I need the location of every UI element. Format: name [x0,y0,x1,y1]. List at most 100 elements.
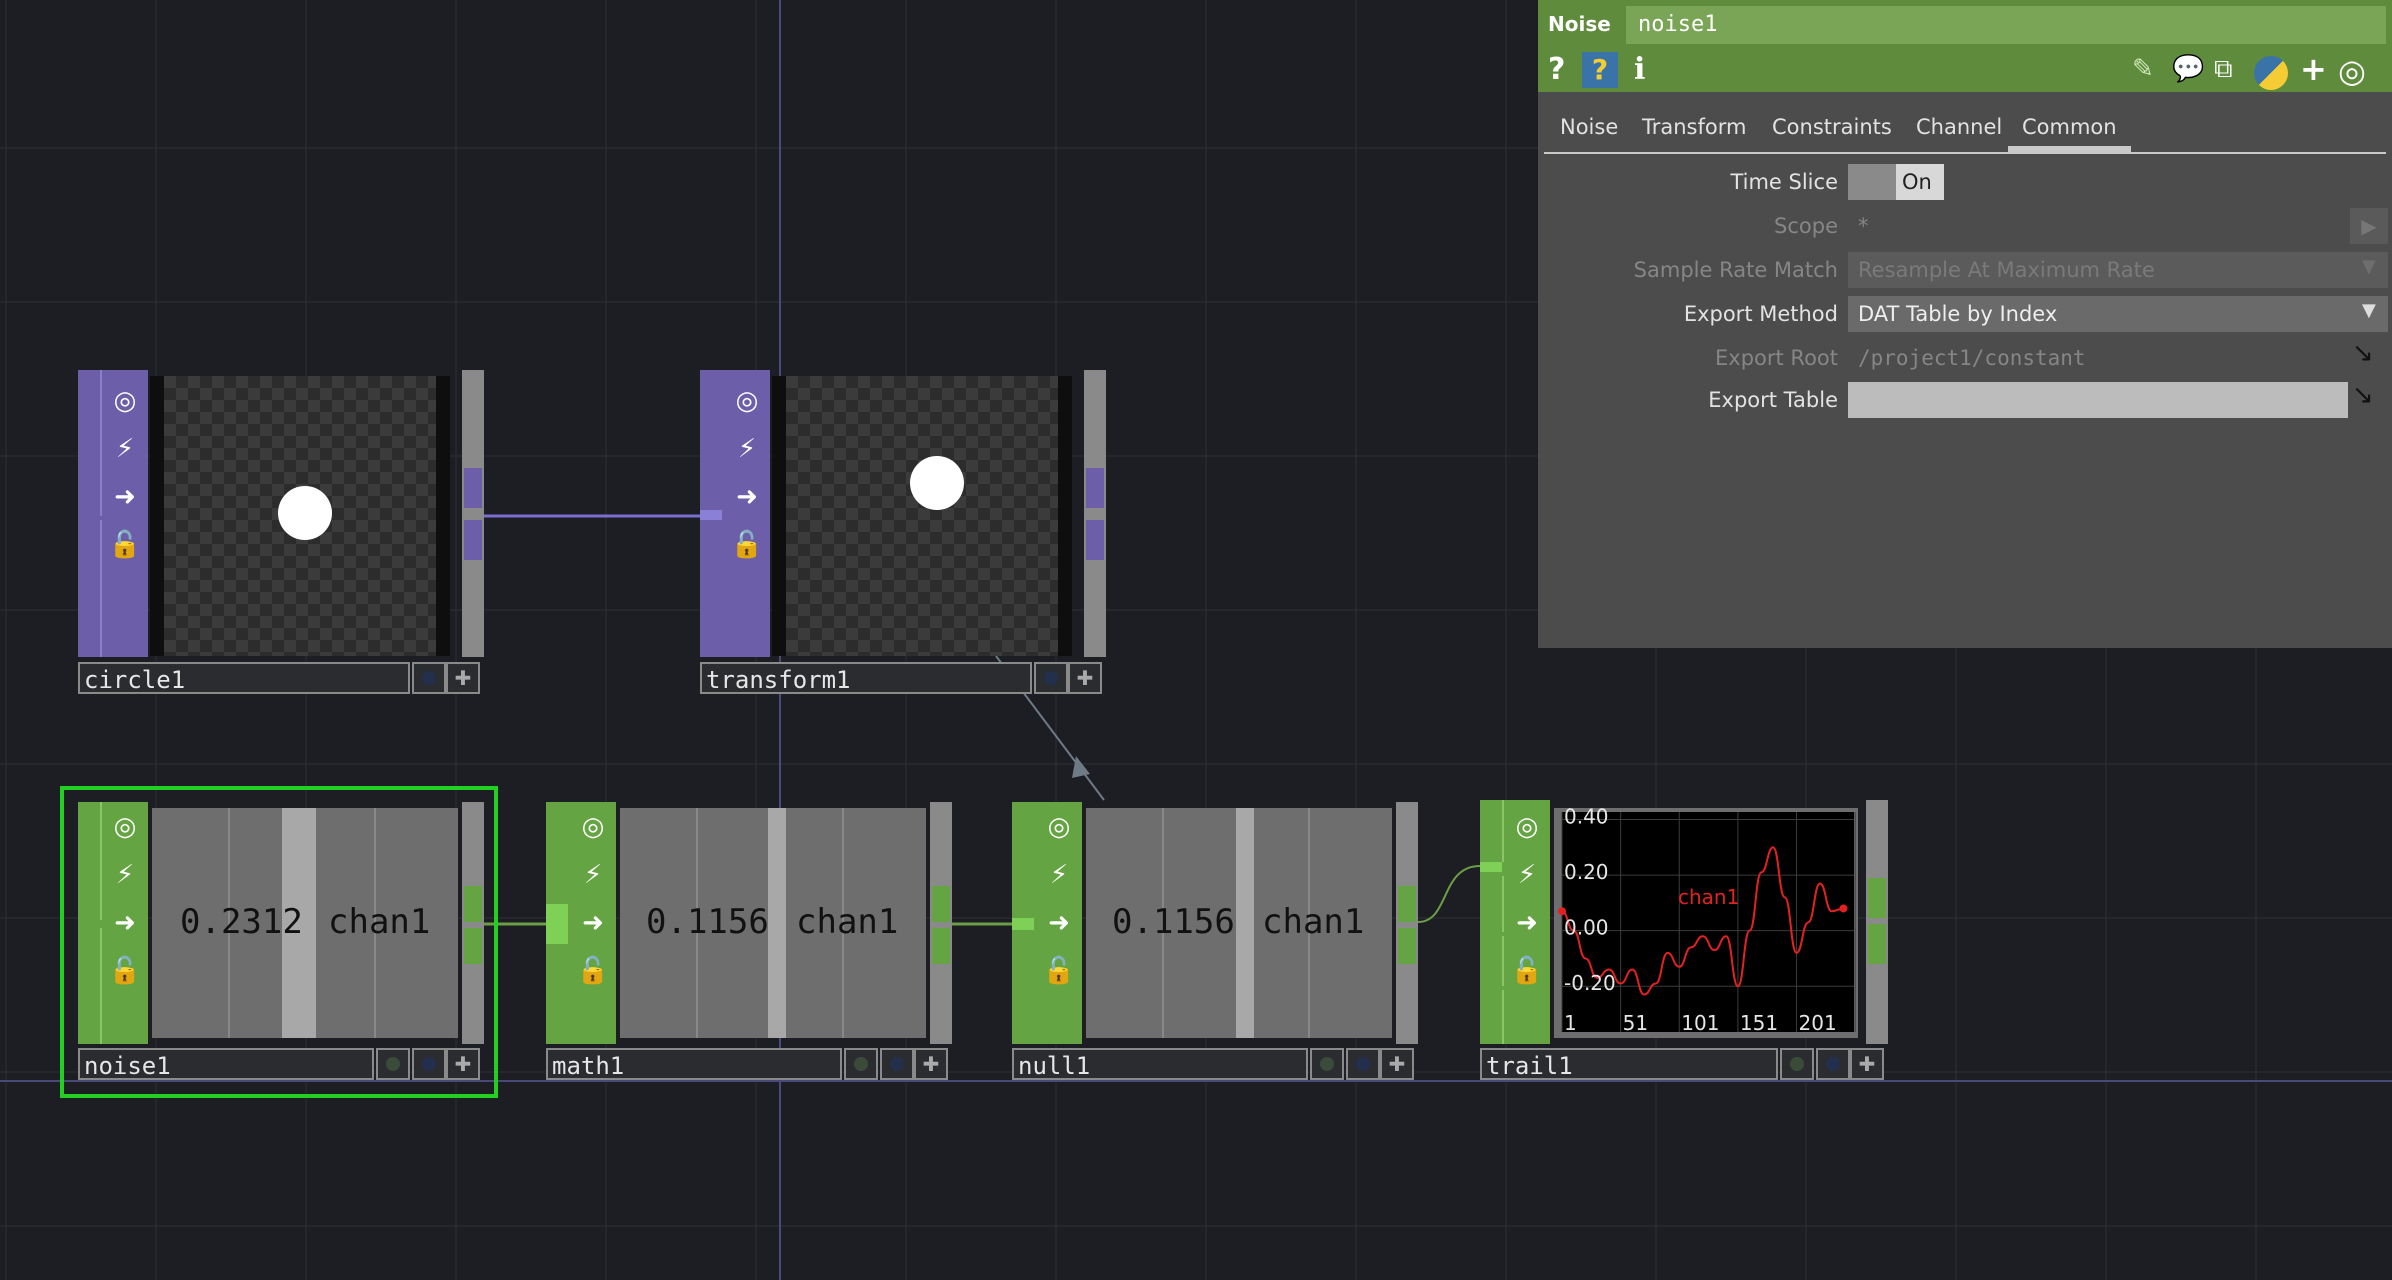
lock-icon[interactable]: 🔓 [724,522,770,568]
lock-icon[interactable]: 🔓 [102,522,148,568]
viewer-icon[interactable]: ◎ [1036,804,1082,850]
node-viewer[interactable]: 0.1156 chan1 [1086,808,1392,1038]
viewer-icon[interactable]: ◎ [102,804,148,850]
sample-rate-match-dropdown[interactable]: Resample At Maximum Rate [1848,252,2388,288]
node-flag-button[interactable] [412,662,446,694]
output-icon[interactable]: ➜ [570,900,616,946]
lock-icon[interactable]: 🔓 [570,948,616,994]
export-table-link-icon[interactable]: ↘ [2352,380,2374,410]
output-icon[interactable]: ➜ [102,474,148,520]
node-viewer[interactable]: 0.2312 chan1 [152,808,458,1038]
node-output-connector[interactable] [1868,878,1886,918]
tab-common[interactable]: Common [2008,108,2131,152]
node-math1[interactable]: ◎ ⚡ ➜ 🔓 0.1156 chan1 math1 ✚ [546,802,952,1084]
scope-field[interactable]: * [1848,208,2348,244]
node-null1[interactable]: ◎ ⚡ ➜ 🔓 0.1156 chan1 null1 ✚ [1012,802,1418,1084]
cook-icon[interactable]: ⚡ [102,852,148,898]
viewer-icon[interactable]: ◎ [724,378,770,424]
node-output-connector[interactable] [464,928,482,964]
node-flag-button[interactable] [1034,662,1068,694]
output-icon[interactable]: ➜ [724,474,770,520]
node-viewer[interactable]: 0.1156 chan1 [620,808,926,1038]
node-flag-button[interactable] [412,1048,446,1080]
node-input-connector[interactable] [1480,990,1504,1044]
node-name-math1[interactable]: math1 [546,1048,842,1080]
output-icon[interactable]: ➜ [1036,900,1082,946]
node-name-noise1[interactable]: noise1 [78,1048,374,1080]
node-input-connector[interactable] [1480,936,1504,986]
viewer-icon[interactable]: ◎ [102,378,148,424]
edit-icon[interactable]: ✎ [2132,54,2154,84]
parameter-panel[interactable]: Noise noise1 ? ? i ✎ 💬 ⧉ + ◎ Noise Trans… [1538,0,2392,648]
lock-icon[interactable]: 🔓 [1504,948,1550,994]
time-slice-toggle[interactable]: On [1848,164,1944,200]
node-input-connector[interactable] [78,520,102,657]
node-flag-button[interactable]: ✚ [1068,662,1102,694]
operator-name-field[interactable]: noise1 [1626,6,2386,44]
node-flag-button[interactable]: ✚ [446,1048,480,1080]
info-icon[interactable]: i [1634,52,1645,87]
comment-icon[interactable]: 💬 [2172,54,2204,84]
node-name-circle1[interactable]: circle1 [78,662,410,694]
node-input-connector[interactable] [546,904,568,944]
export-table-field[interactable] [1848,382,2348,418]
node-output-connector[interactable] [932,928,950,964]
node-input-connector[interactable] [700,510,722,520]
node-flag-button[interactable]: ✚ [1380,1048,1414,1080]
cook-icon[interactable]: ⚡ [1036,852,1082,898]
node-viewer[interactable] [150,376,450,656]
node-flag-button[interactable]: ✚ [914,1048,948,1080]
export-root-field[interactable]: /project1/constant [1848,340,2348,376]
node-output-connector[interactable] [464,886,482,922]
viewer-icon[interactable]: ◎ [2338,52,2366,90]
node-flag-button[interactable] [844,1048,878,1080]
trail-chart[interactable]: 151101151201250.400.200.00-0.20chan1 [1554,808,1858,1038]
node-flag-button[interactable] [1346,1048,1380,1080]
node-output-connector[interactable] [1086,520,1104,560]
wire-null1-trail1[interactable] [1417,865,1481,923]
node-input-connector[interactable] [78,928,102,1044]
node-input-connector[interactable] [78,802,102,920]
viewer-icon[interactable]: ◎ [1504,804,1550,850]
node-name-transform1[interactable]: transform1 [700,662,1032,694]
tab-transform[interactable]: Transform [1642,108,1746,146]
tab-constraints[interactable]: Constraints [1772,108,1892,146]
lock-icon[interactable]: 🔓 [1036,948,1082,994]
node-flag-button[interactable] [1780,1048,1814,1080]
node-flag-button[interactable] [376,1048,410,1080]
python-help-icon[interactable]: ? [1582,52,1618,88]
node-input-connector[interactable] [78,370,102,516]
node-flag-button[interactable]: ✚ [1850,1048,1884,1080]
node-circle1[interactable]: ◎ ⚡ ➜ 🔓 circle1 ✚ [78,370,484,698]
node-flag-button[interactable]: ✚ [446,662,480,694]
scope-menu-button[interactable]: ▶ [2350,208,2388,244]
node-name-null1[interactable]: null1 [1012,1048,1308,1080]
node-transform1[interactable]: ◎ ⚡ ➜ 🔓 transform1 ✚ [700,370,1106,698]
node-flag-button[interactable] [1310,1048,1344,1080]
cook-icon[interactable]: ⚡ [1504,852,1550,898]
node-flag-button[interactable] [880,1048,914,1080]
node-input-connector[interactable] [1480,800,1504,862]
node-output-connector[interactable] [1868,924,1886,964]
tab-channel[interactable]: Channel [1916,108,2002,146]
node-output-connector[interactable] [1398,886,1416,922]
cook-icon[interactable]: ⚡ [724,426,770,472]
node-flag-button[interactable] [1816,1048,1850,1080]
node-name-trail1[interactable]: trail1 [1480,1048,1778,1080]
node-output-connector[interactable] [1398,928,1416,964]
node-output-connector[interactable] [1086,468,1104,508]
node-viewer[interactable] [772,376,1072,656]
add-icon[interactable]: + [2300,50,2327,88]
python-icon[interactable] [2254,56,2288,90]
node-input-connector[interactable] [1480,862,1502,872]
node-input-connector[interactable] [1480,876,1504,932]
output-icon[interactable]: ➜ [102,900,148,946]
node-trail1[interactable]: ◎ ⚡ ➜ 🔓 151101151201250.400.200.00-0.20c… [1480,800,1888,1084]
node-output-connector[interactable] [932,886,950,922]
export-method-dropdown[interactable]: DAT Table by Index [1848,296,2388,332]
node-input-connector[interactable] [1012,918,1034,930]
node-output-connector[interactable] [464,468,482,508]
lock-icon[interactable]: 🔓 [102,948,148,994]
cook-icon[interactable]: ⚡ [102,426,148,472]
export-root-link-icon[interactable]: ↘ [2352,338,2374,368]
